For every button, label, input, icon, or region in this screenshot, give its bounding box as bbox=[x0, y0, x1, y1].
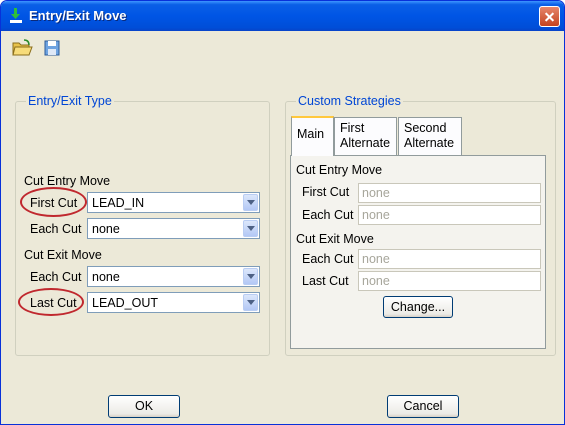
cut-entry-heading: Cut Entry Move bbox=[24, 174, 111, 188]
cs-each-cut-exit-field: none bbox=[358, 249, 541, 269]
cs-cut-exit-heading: Cut Exit Move bbox=[296, 232, 374, 246]
tab-first-alternate[interactable]: First Alternate bbox=[334, 117, 397, 155]
floppy-disk-icon[interactable] bbox=[41, 38, 63, 58]
each-cut-exit-value: none bbox=[92, 270, 120, 284]
folder-open-icon[interactable] bbox=[11, 38, 33, 58]
cut-exit-heading: Cut Exit Move bbox=[24, 248, 102, 262]
each-cut-entry-select[interactable]: none bbox=[87, 218, 260, 239]
cs-first-cut-label: First Cut bbox=[302, 185, 350, 199]
cs-last-cut-field: none bbox=[358, 271, 541, 291]
each-cut-exit-label: Each Cut bbox=[30, 270, 82, 284]
cs-last-cut-label: Last Cut bbox=[302, 274, 349, 288]
ok-button[interactable]: OK bbox=[108, 395, 180, 418]
tab-second-alternate[interactable]: Second Alternate bbox=[398, 117, 462, 155]
chevron-down-icon[interactable] bbox=[243, 294, 258, 311]
first-cut-annotation-ring bbox=[20, 187, 87, 217]
chevron-down-icon[interactable] bbox=[243, 194, 258, 211]
window-title: Entry/Exit Move bbox=[29, 8, 127, 23]
first-cut-select[interactable]: LEAD_IN bbox=[87, 192, 260, 213]
chevron-down-icon[interactable] bbox=[243, 268, 258, 285]
app-icon bbox=[10, 8, 22, 23]
close-button[interactable] bbox=[539, 6, 560, 27]
last-cut-value: LEAD_OUT bbox=[92, 296, 158, 310]
cs-cut-entry-heading: Cut Entry Move bbox=[296, 163, 383, 177]
cs-first-cut-value: none bbox=[362, 186, 390, 200]
tab-first-alternate-line1: First bbox=[340, 121, 365, 135]
each-cut-entry-label: Each Cut bbox=[30, 222, 82, 236]
cs-each-cut-entry-field: none bbox=[358, 205, 541, 225]
title-bar[interactable]: Entry/Exit Move bbox=[1, 1, 564, 31]
each-cut-exit-select[interactable]: none bbox=[87, 266, 260, 287]
chevron-down-icon[interactable] bbox=[243, 220, 258, 237]
cs-each-cut-exit-label: Each Cut bbox=[302, 252, 354, 266]
cs-last-cut-value: none bbox=[362, 274, 390, 288]
tab-second-alternate-line2: Alternate bbox=[404, 136, 455, 150]
cs-first-cut-field: none bbox=[358, 183, 541, 203]
cancel-button[interactable]: Cancel bbox=[387, 395, 459, 418]
tab-first-alternate-line2: Alternate bbox=[340, 136, 391, 150]
cs-each-cut-exit-value: none bbox=[362, 252, 390, 266]
tab-second-alternate-line1: Second bbox=[404, 121, 447, 135]
last-cut-annotation-ring bbox=[18, 288, 84, 316]
first-cut-value: LEAD_IN bbox=[92, 196, 145, 210]
custom-strategies-legend: Custom Strategies bbox=[298, 94, 401, 108]
each-cut-entry-value: none bbox=[92, 222, 120, 236]
cs-each-cut-entry-label: Each Cut bbox=[302, 208, 354, 222]
change-button[interactable]: Change... bbox=[383, 296, 453, 318]
cs-each-cut-entry-value: none bbox=[362, 208, 390, 222]
entry-exit-type-legend: Entry/Exit Type bbox=[28, 94, 112, 108]
tab-main-label: Main bbox=[297, 127, 325, 141]
dialog-window: Entry/Exit Move Entry/Exit Type Cut Entr… bbox=[0, 0, 565, 425]
tab-main[interactable]: Main bbox=[291, 116, 334, 156]
last-cut-select[interactable]: LEAD_OUT bbox=[87, 292, 260, 313]
